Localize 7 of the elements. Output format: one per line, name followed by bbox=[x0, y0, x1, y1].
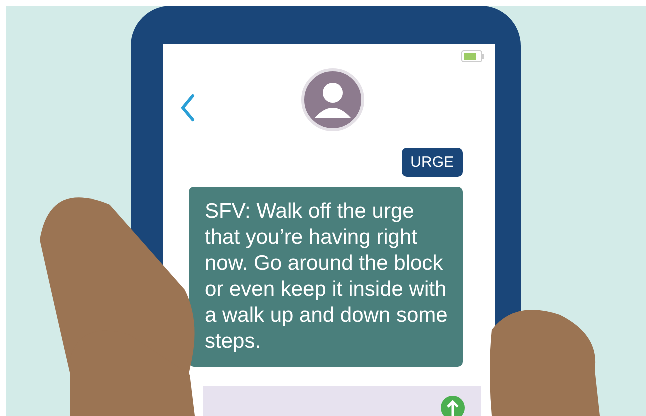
avatar-icon bbox=[301, 68, 365, 132]
back-icon[interactable] bbox=[181, 94, 195, 122]
message-input-bar[interactable] bbox=[203, 386, 481, 416]
message-bubble: SFV: Walk off the urge that you’re having right now. Go around the block or even keep it inside with a walk up and down some steps. bbox=[189, 187, 463, 367]
battery-icon bbox=[461, 50, 485, 63]
urge-label: URGE bbox=[402, 148, 463, 177]
send-icon[interactable] bbox=[441, 396, 465, 416]
